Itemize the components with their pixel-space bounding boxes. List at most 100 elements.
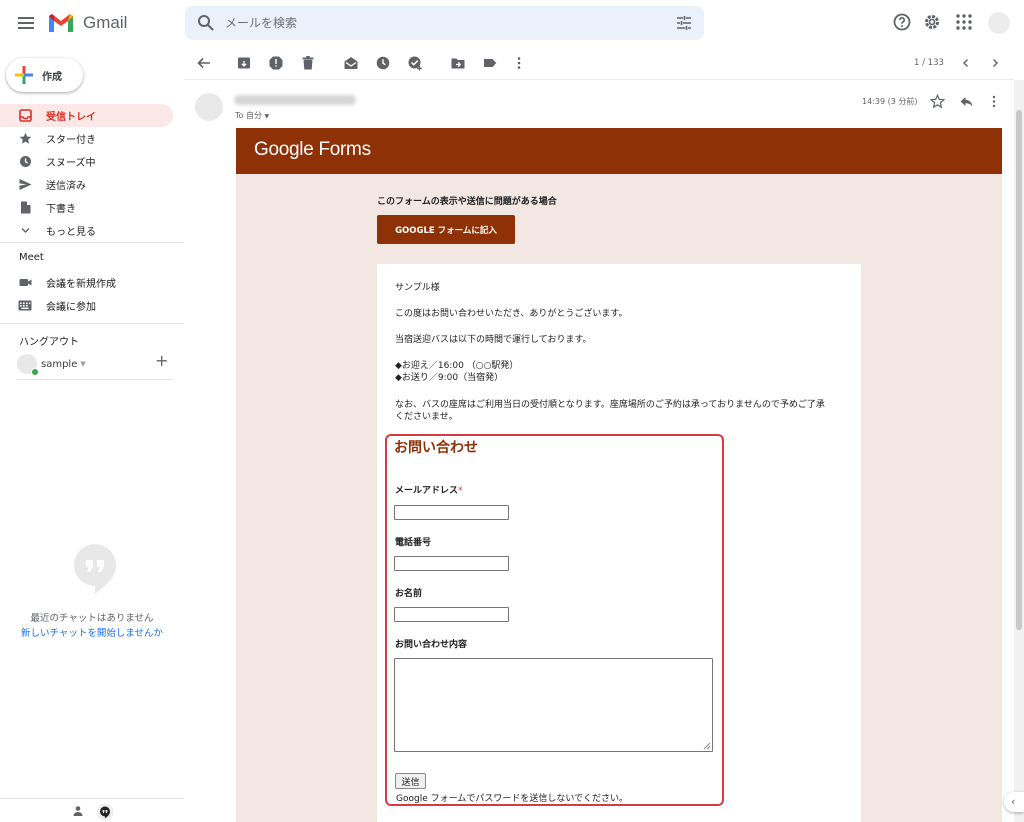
sidebar-item-more[interactable]: もっと見る bbox=[0, 219, 173, 242]
seat-note-text: なお、バスの座席はご利用当日の受付順となります。座席場所のご予約は承っておりませ… bbox=[395, 400, 825, 410]
gmail-logo[interactable]: Gmail bbox=[48, 10, 138, 36]
more-vert-icon[interactable] bbox=[988, 94, 1000, 109]
mark-unread-icon[interactable] bbox=[343, 55, 359, 71]
sidebar-item-label: 会議に参加 bbox=[46, 302, 96, 313]
sidebar-item-inbox[interactable]: 受信トレイ bbox=[0, 104, 173, 127]
side-panel-toggle[interactable]: ‹ bbox=[1004, 792, 1024, 812]
contacts-person-icon[interactable] bbox=[72, 805, 84, 817]
search-input[interactable] bbox=[225, 13, 645, 33]
greeting-text: サンプル様 bbox=[395, 283, 440, 293]
snooze-clock-icon[interactable] bbox=[375, 55, 391, 71]
hangouts-chat-icon[interactable] bbox=[96, 803, 114, 821]
delete-trash-icon[interactable] bbox=[300, 55, 316, 71]
inquiry-content-textarea[interactable] bbox=[394, 658, 713, 752]
add-task-icon[interactable] bbox=[407, 55, 423, 71]
pickup-time-text: ◆お迎え／16:00 （○○駅発） bbox=[395, 361, 519, 371]
gmail-m-icon bbox=[49, 14, 73, 32]
settings-gear-icon[interactable] bbox=[922, 12, 942, 32]
account-avatar[interactable] bbox=[988, 12, 1010, 34]
label-tag-icon[interactable] bbox=[482, 55, 498, 71]
sidebar-item-new-meeting[interactable]: 会議を新規作成 bbox=[0, 271, 173, 294]
google-apps-icon[interactable] bbox=[955, 13, 973, 31]
sender-address-redacted bbox=[234, 95, 356, 105]
name-field[interactable] bbox=[394, 607, 509, 622]
draft-icon bbox=[18, 201, 32, 215]
move-to-folder-icon[interactable] bbox=[450, 55, 466, 71]
meet-title: Meet bbox=[19, 252, 44, 263]
caret-down-icon: ▼ bbox=[264, 113, 270, 120]
sidebar-item-label: 会議を新規作成 bbox=[46, 279, 116, 290]
google-forms-banner: Google Forms bbox=[236, 128, 1002, 174]
email-field[interactable] bbox=[394, 505, 509, 520]
app-name: Gmail bbox=[83, 13, 128, 32]
password-warning-text: Google フォームでパスワードを送信しないでください。 bbox=[396, 794, 629, 804]
sender-avatar[interactable] bbox=[195, 93, 223, 121]
message-time: 14:39 (3 分前) bbox=[862, 97, 918, 106]
pager-count: 1 / 133 bbox=[914, 58, 944, 68]
hangouts-title: ハングアウト bbox=[19, 337, 79, 348]
hangouts-user[interactable]: sample ▼ bbox=[17, 353, 177, 376]
dropoff-time-text: ◆お送り／9:00（当宿発） bbox=[395, 373, 504, 383]
reply-icon[interactable] bbox=[959, 94, 974, 109]
fill-in-google-form-button[interactable]: GOOGLE フォームに記入 bbox=[377, 215, 515, 244]
star-outline-icon[interactable] bbox=[930, 94, 945, 109]
inquiry-content-label: お問い合わせ内容 bbox=[395, 640, 468, 650]
email-label-text: メールアドレス bbox=[395, 486, 459, 496]
chevron-left-icon[interactable] bbox=[959, 56, 973, 70]
divider bbox=[0, 242, 184, 243]
send-icon bbox=[18, 178, 32, 192]
search-bar[interactable] bbox=[185, 6, 704, 40]
clock-icon bbox=[18, 155, 32, 169]
sidebar-item-label: スヌーズ中 bbox=[46, 158, 96, 169]
sidebar-item-sent[interactable]: 送信済み bbox=[0, 173, 173, 196]
form-title: お問い合わせ bbox=[394, 440, 478, 456]
inbox-icon bbox=[18, 109, 32, 123]
hangouts-user-avatar bbox=[17, 354, 39, 376]
phone-field-label: 電話番号 bbox=[395, 538, 432, 548]
form-problem-text: このフォームの表示や送信に問題がある場合 bbox=[377, 197, 557, 207]
divider bbox=[17, 379, 173, 380]
help-icon[interactable] bbox=[892, 12, 912, 32]
star-icon bbox=[18, 132, 32, 146]
divider bbox=[0, 323, 184, 324]
start-chat-link[interactable]: 新しいチャットを開始しませんか bbox=[0, 625, 184, 639]
add-chat-icon[interactable]: + bbox=[155, 353, 169, 369]
back-arrow-icon[interactable] bbox=[196, 55, 212, 71]
sidebar-item-join-meeting[interactable]: 会議に参加 bbox=[0, 294, 173, 317]
submit-button[interactable]: 送信 bbox=[395, 773, 426, 789]
sidebar: 作成 受信トレイ スター付き スヌーズ中 送信済み 下書き もっと見る Meet… bbox=[0, 46, 184, 822]
chevron-down-icon bbox=[18, 224, 32, 238]
resize-grip-icon[interactable] bbox=[703, 742, 711, 750]
caret-down-icon: ▼ bbox=[80, 360, 86, 368]
sidebar-item-starred[interactable]: スター付き bbox=[0, 127, 173, 150]
recipient-line[interactable]: To 自分 ▼ bbox=[235, 110, 269, 121]
sidebar-item-label: 下書き bbox=[46, 204, 76, 215]
compose-plus-icon bbox=[14, 65, 34, 85]
keyboard-icon bbox=[18, 299, 32, 313]
chevron-left-icon: ‹ bbox=[1011, 795, 1016, 808]
phone-field[interactable] bbox=[394, 556, 509, 571]
top-bar: Gmail bbox=[0, 0, 1024, 46]
sidebar-item-label: もっと見る bbox=[46, 227, 96, 238]
chat-empty-text: 最近のチャットはありません bbox=[30, 613, 154, 624]
report-spam-icon[interactable] bbox=[268, 55, 284, 71]
compose-label: 作成 bbox=[42, 71, 62, 83]
compose-button[interactable]: 作成 bbox=[6, 58, 83, 92]
archive-icon[interactable] bbox=[236, 55, 252, 71]
sidebar-item-label: 受信トレイ bbox=[46, 112, 96, 123]
videocam-icon bbox=[18, 276, 32, 290]
bus-intro-text: 当宿送迎バスは以下の時間で運行しております。 bbox=[395, 335, 592, 345]
scrollbar-thumb[interactable] bbox=[1016, 110, 1022, 630]
sidebar-item-snoozed[interactable]: スヌーズ中 bbox=[0, 150, 173, 173]
sidebar-item-drafts[interactable]: 下書き bbox=[0, 196, 173, 219]
search-icon[interactable] bbox=[197, 14, 215, 32]
more-vert-icon[interactable] bbox=[511, 55, 527, 71]
seat-note-text-continued: くださいませ。 bbox=[395, 412, 458, 422]
search-options-icon[interactable] bbox=[676, 15, 692, 31]
required-asterisk: * bbox=[458, 486, 463, 496]
main-menu-icon[interactable] bbox=[14, 11, 38, 35]
chevron-right-icon[interactable] bbox=[988, 56, 1002, 70]
hangouts-user-name: sample bbox=[41, 358, 78, 370]
message-toolbar: 1 / 133 bbox=[184, 46, 1014, 80]
google-forms-logo: Google Forms bbox=[254, 139, 371, 160]
